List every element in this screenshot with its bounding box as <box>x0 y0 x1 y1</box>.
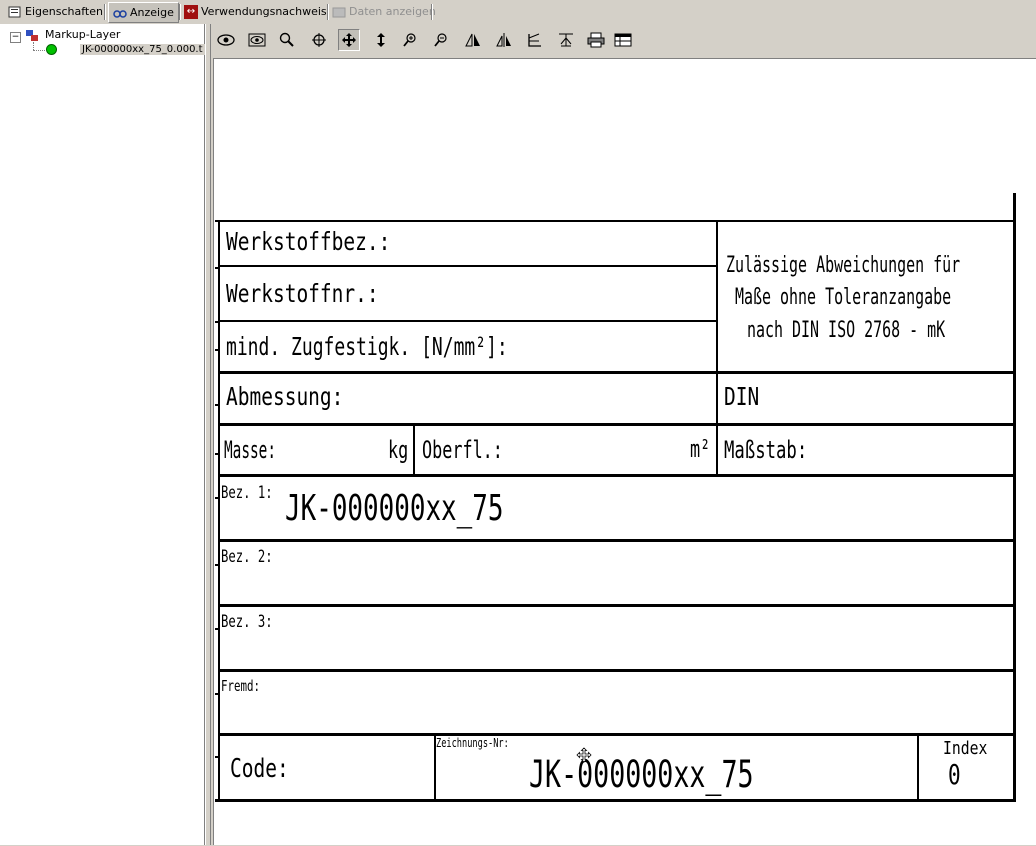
separator <box>431 4 433 20</box>
vertical-arrow-icon[interactable] <box>370 29 392 51</box>
where-used-icon: ↔ <box>184 4 198 19</box>
frame-right-edge <box>1013 193 1016 802</box>
code-label: Code: <box>230 754 289 784</box>
tree-line <box>33 42 35 50</box>
index-value: 0 <box>948 758 961 791</box>
bez2-label: Bez. 2: <box>221 547 273 567</box>
row-divider <box>218 371 1016 374</box>
margin-tick <box>215 628 218 630</box>
drawing-canvas[interactable]: Werkstoffbez.: Werkstoffnr.: mind. Zugfe… <box>213 58 1036 845</box>
tolerance-note-line-1: Zulässige Abweichungen für <box>726 253 961 278</box>
separator <box>179 4 181 20</box>
frame-top-line <box>215 220 1016 222</box>
row-divider <box>218 733 1016 736</box>
print-icon[interactable] <box>585 29 607 51</box>
row-divider <box>218 474 1016 477</box>
massstab-label: Maßstab: <box>724 436 808 464</box>
view-icon[interactable] <box>246 29 268 51</box>
title-block: Werkstoffbez.: Werkstoffnr.: mind. Zugfe… <box>214 59 1036 846</box>
row-divider <box>218 604 1016 607</box>
row-divider <box>218 539 1016 542</box>
splitter[interactable] <box>205 24 211 845</box>
zeichnungsnr-value: JK-000000xx_75 <box>529 753 754 796</box>
werkstoffnr-label: Werkstoffnr.: <box>226 279 379 308</box>
bez1-value: JK-000000xx_75 <box>285 488 504 529</box>
move-icon[interactable] <box>338 29 360 51</box>
zeichnungsnr-label: Zeichnungs-Nr: <box>436 736 509 750</box>
status-dot-icon <box>46 44 57 55</box>
margin-tick <box>215 404 218 406</box>
layer-tree: − Markup-Layer JK-000000xx_75_0.000.t <box>0 24 208 845</box>
oberflaeche-label: Oberfl.: <box>422 436 503 464</box>
properties-icon <box>8 5 22 19</box>
margin-tick <box>215 349 218 351</box>
data-icon <box>332 5 346 19</box>
index-label: Index <box>943 738 988 759</box>
column-divider <box>716 220 718 475</box>
glasses-icon <box>113 6 127 20</box>
tab-label: Eigenschaften <box>25 5 103 18</box>
masse-unit: kg <box>388 436 409 464</box>
column-divider <box>413 425 415 475</box>
tab-eigenschaften[interactable]: Eigenschaften <box>8 2 103 21</box>
row-divider <box>218 423 1016 426</box>
din-label: DIN <box>724 382 760 411</box>
zoom-icon[interactable] <box>276 29 298 51</box>
tab-label: Daten anzeigen <box>349 5 436 18</box>
row-divider <box>218 320 717 322</box>
margin-tick <box>215 497 218 499</box>
bez1-label: Bez. 1: <box>221 483 273 503</box>
viewer-toolbar <box>211 24 1036 56</box>
column-divider <box>917 735 919 800</box>
masse-label: Masse: <box>224 436 277 464</box>
separator <box>327 4 329 20</box>
tree-child-label[interactable]: JK-000000xx_75_0.000.t <box>80 44 208 55</box>
tolerance-note-line-3: nach DIN ISO 2768 - mK <box>747 318 946 343</box>
row-divider <box>218 265 717 267</box>
zoom-in-icon[interactable] <box>399 29 421 51</box>
row-divider <box>218 669 1016 672</box>
collapse-icon[interactable]: − <box>10 32 21 43</box>
tab-anzeige[interactable]: Anzeige <box>108 2 179 23</box>
tree-line <box>33 50 45 52</box>
tab-bar: Eigenschaften Anzeige ↔ Verwendungsnachw… <box>0 0 1036 25</box>
table-icon[interactable] <box>612 29 634 51</box>
mirror-horizontal-icon[interactable] <box>462 29 484 51</box>
oberflaeche-unit: m² <box>690 435 711 463</box>
werkstoffbez-label: Werkstoffbez.: <box>226 227 391 256</box>
fit-icon[interactable] <box>555 29 577 51</box>
tab-daten-anzeigen[interactable]: Daten anzeigen <box>332 2 436 21</box>
margin-tick <box>215 693 218 695</box>
frame-left-line <box>218 220 220 801</box>
tab-verwendungsnachweis[interactable]: ↔ Verwendungsnachweis <box>184 2 327 21</box>
fremd-label: Fremd: <box>221 677 261 695</box>
margin-tick <box>215 453 218 455</box>
layer-icon <box>25 28 41 42</box>
tab-label: Verwendungsnachweis <box>201 5 327 18</box>
margin-tick <box>215 267 218 269</box>
move-cursor-icon <box>576 747 592 763</box>
mirror-vertical-icon[interactable] <box>493 29 515 51</box>
rotate-icon[interactable] <box>524 29 546 51</box>
tab-label: Anzeige <box>130 6 174 19</box>
margin-tick <box>215 756 218 758</box>
zoom-out-icon[interactable] <box>430 29 452 51</box>
eye-icon[interactable] <box>215 29 237 51</box>
frame-bottom-line <box>215 799 1016 802</box>
pan-center-icon[interactable] <box>308 29 330 51</box>
zugfestigkeit-label: mind. Zugfestigk. [N/mm²]: <box>226 332 508 361</box>
tree-root-label[interactable]: Markup-Layer <box>45 28 120 41</box>
abmessung-label: Abmessung: <box>226 382 344 411</box>
margin-tick <box>215 564 218 566</box>
tolerance-note-line-2: Maße ohne Toleranzangabe <box>735 285 952 310</box>
separator <box>104 4 106 20</box>
bez3-label: Bez. 3: <box>221 612 273 632</box>
